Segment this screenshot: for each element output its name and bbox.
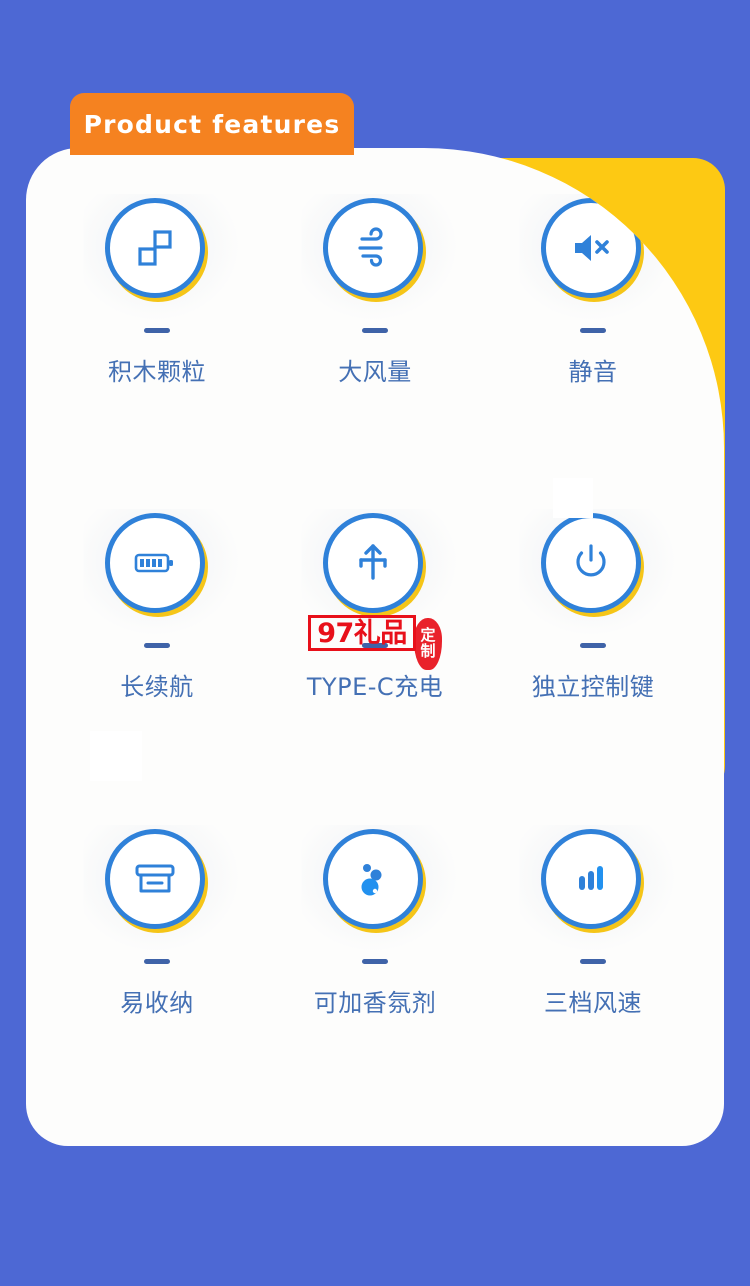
icon-circle xyxy=(323,513,427,618)
blue-ring xyxy=(105,513,205,614)
artifact-patch-2 xyxy=(90,731,142,781)
product-features-tab[interactable]: Product features xyxy=(70,93,354,155)
feature-item-storage[interactable]: 易收纳 xyxy=(48,801,266,1116)
icon-circle xyxy=(105,513,209,618)
feature-item-wind[interactable]: 大风量 xyxy=(266,170,484,485)
blue-ring xyxy=(541,513,641,614)
divider-dash xyxy=(362,328,388,333)
feature-label: 三档风速 xyxy=(544,988,642,1017)
blue-ring xyxy=(323,513,423,614)
feature-item-fragrance[interactable]: 可加香氛剂 xyxy=(266,801,484,1116)
battery-icon xyxy=(131,539,179,587)
tab-label: Product features xyxy=(83,109,341,139)
feature-item-typec[interactable]: TYPE-C充电 xyxy=(266,485,484,800)
mute-speaker-icon xyxy=(568,225,614,271)
feature-label: 独立控制键 xyxy=(531,673,655,702)
feature-item-power[interactable]: 独立控制键 xyxy=(484,485,702,800)
feature-item-speed[interactable]: 三档风速 xyxy=(484,801,702,1116)
icon-circle xyxy=(541,198,645,302)
divider-dash xyxy=(580,328,606,333)
feature-label: TYPE-C充电 xyxy=(306,673,444,702)
feature-item-mute[interactable]: 静音 xyxy=(484,170,702,485)
wind-icon xyxy=(350,225,396,271)
divider-dash xyxy=(362,643,388,649)
feature-page: Product features 积木颗粒 大风量 静音 长续航 TYPE-C充… xyxy=(0,0,750,1286)
divider-dash xyxy=(580,643,606,649)
icon-circle xyxy=(541,513,645,618)
feature-label: 长续航 xyxy=(120,673,194,702)
icon-circle xyxy=(105,828,209,933)
blue-ring xyxy=(105,828,205,929)
icon-circle xyxy=(323,828,427,933)
power-button-icon xyxy=(568,540,614,586)
feature-label: 积木颗粒 xyxy=(108,358,206,386)
feature-label: 大风量 xyxy=(338,358,412,386)
usb-c-charge-icon xyxy=(350,540,396,586)
feature-item-blocks[interactable]: 积木颗粒 xyxy=(48,170,266,485)
icon-circle xyxy=(105,198,209,302)
blue-ring xyxy=(541,198,641,298)
storage-box-icon xyxy=(131,855,179,903)
three-bars-icon xyxy=(568,856,614,902)
blocks-icon xyxy=(132,225,178,271)
feature-label: 静音 xyxy=(568,358,618,386)
divider-dash xyxy=(144,958,170,964)
feature-item-battery[interactable]: 长续航 xyxy=(48,485,266,800)
features-card: 积木颗粒 大风量 静音 长续航 TYPE-C充电 独立控制键 易收纳 可加香氛剂… xyxy=(26,148,724,1146)
icon-circle xyxy=(541,828,645,933)
blue-ring xyxy=(541,828,641,929)
blue-ring xyxy=(323,828,423,929)
artifact-patch-1 xyxy=(553,478,593,518)
divider-dash xyxy=(144,328,170,333)
feature-label: 可加香氛剂 xyxy=(313,988,437,1017)
divider-dash xyxy=(362,958,388,964)
divider-dash xyxy=(144,643,170,649)
blue-ring xyxy=(105,198,205,298)
feature-label: 易收纳 xyxy=(120,988,194,1017)
icon-circle xyxy=(323,198,427,302)
blue-ring xyxy=(323,198,423,298)
divider-dash xyxy=(580,958,606,964)
feature-grid: 积木颗粒 大风量 静音 长续航 TYPE-C充电 独立控制键 易收纳 可加香氛剂… xyxy=(26,148,724,1146)
fragrance-drops-icon xyxy=(350,856,396,902)
